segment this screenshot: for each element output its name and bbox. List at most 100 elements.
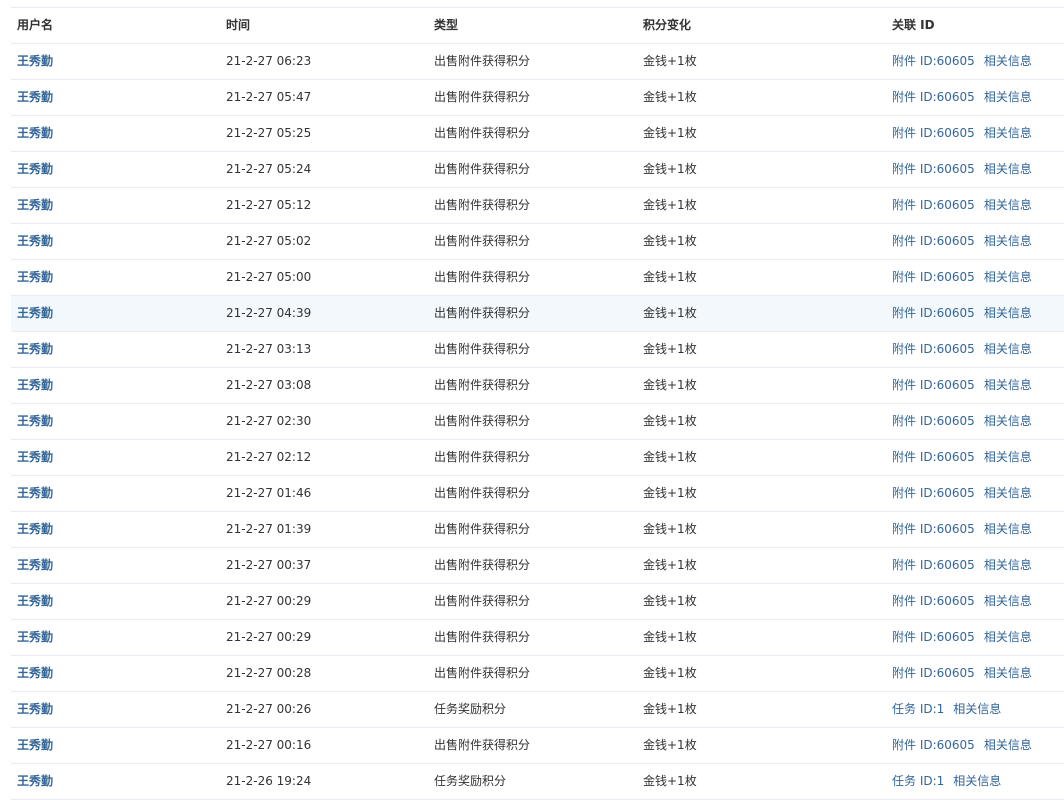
- user-link[interactable]: 王秀勤: [17, 306, 53, 320]
- cell-user: 王秀勤: [17, 80, 53, 115]
- cell-related: 附件 ID:60605 相关信息: [892, 296, 1032, 331]
- cell-related: 附件 ID:60605 相关信息: [892, 476, 1032, 511]
- cell-related: 附件 ID:60605 相关信息: [892, 152, 1032, 187]
- cell-related: 附件 ID:60605 相关信息: [892, 260, 1032, 295]
- related-info-link[interactable]: 相关信息: [984, 558, 1032, 572]
- cell-related: 附件 ID:60605 相关信息: [892, 656, 1032, 691]
- user-link[interactable]: 王秀勤: [17, 738, 53, 752]
- table-row: 王秀勤 21-2-27 05:00 出售附件获得积分 金钱+1枚 附件 ID:60605…: [11, 260, 1064, 296]
- user-link[interactable]: 王秀勤: [17, 450, 53, 464]
- user-link[interactable]: 王秀勤: [17, 702, 53, 716]
- related-id-link[interactable]: 附件 ID:60605: [892, 378, 975, 392]
- cell-time: 21-2-27 05:00: [226, 270, 312, 284]
- related-info-link[interactable]: 相关信息: [984, 342, 1032, 356]
- related-info-link[interactable]: 相关信息: [984, 306, 1032, 320]
- related-info-link[interactable]: 相关信息: [984, 522, 1032, 536]
- table-row: 王秀勤 21-2-27 02:30 出售附件获得积分 金钱+1枚 附件 ID:60605…: [11, 404, 1064, 440]
- table-row: 王秀勤 21-2-27 05:47 出售附件获得积分 金钱+1枚 附件 ID:60605…: [11, 80, 1064, 116]
- cell-time: 21-2-27 05:25: [226, 126, 312, 140]
- related-info-link[interactable]: 相关信息: [953, 702, 1001, 716]
- cell-user: 王秀勤: [17, 620, 53, 655]
- related-info-link[interactable]: 相关信息: [984, 630, 1032, 644]
- related-id-link[interactable]: 附件 ID:60605: [892, 234, 975, 248]
- cell-change: 金钱+1枚: [643, 738, 697, 752]
- cell-related: 附件 ID:60605 相关信息: [892, 404, 1032, 439]
- user-link[interactable]: 王秀勤: [17, 558, 53, 572]
- related-id-link[interactable]: 附件 ID:60605: [892, 666, 975, 680]
- user-link[interactable]: 王秀勤: [17, 414, 53, 428]
- cell-change: 金钱+1枚: [643, 270, 697, 284]
- user-link[interactable]: 王秀勤: [17, 162, 53, 176]
- related-id-link[interactable]: 任务 ID:1: [892, 702, 944, 716]
- related-id-link[interactable]: 附件 ID:60605: [892, 342, 975, 356]
- user-link[interactable]: 王秀勤: [17, 234, 53, 248]
- related-info-link[interactable]: 相关信息: [984, 270, 1032, 284]
- related-info-link[interactable]: 相关信息: [984, 378, 1032, 392]
- related-id-link[interactable]: 附件 ID:60605: [892, 558, 975, 572]
- cell-time: 21-2-26 19:24: [226, 774, 312, 788]
- cell-change: 金钱+1枚: [643, 126, 697, 140]
- related-info-link[interactable]: 相关信息: [984, 126, 1032, 140]
- related-info-link[interactable]: 相关信息: [953, 774, 1001, 788]
- related-info-link[interactable]: 相关信息: [984, 54, 1032, 68]
- related-info-link[interactable]: 相关信息: [984, 594, 1032, 608]
- related-info-link[interactable]: 相关信息: [984, 234, 1032, 248]
- cell-related: 附件 ID:60605 相关信息: [892, 116, 1032, 151]
- user-link[interactable]: 王秀勤: [17, 342, 53, 356]
- user-link[interactable]: 王秀勤: [17, 54, 53, 68]
- cell-time: 21-2-27 05:02: [226, 234, 312, 248]
- related-info-link[interactable]: 相关信息: [984, 738, 1032, 752]
- related-id-link[interactable]: 附件 ID:60605: [892, 162, 975, 176]
- table-row: 王秀勤 21-2-27 00:28 出售附件获得积分 金钱+1枚 附件 ID:60605…: [11, 656, 1064, 692]
- related-info-link[interactable]: 相关信息: [984, 486, 1032, 500]
- related-id-link[interactable]: 附件 ID:60605: [892, 522, 975, 536]
- user-link[interactable]: 王秀勤: [17, 378, 53, 392]
- table-row: 王秀勤 21-2-27 00:16 出售附件获得积分 金钱+1枚 附件 ID:60605…: [11, 728, 1064, 764]
- cell-time: 21-2-27 05:47: [226, 90, 312, 104]
- related-id-link[interactable]: 任务 ID:1: [892, 774, 944, 788]
- cell-change: 金钱+1枚: [643, 558, 697, 572]
- user-link[interactable]: 王秀勤: [17, 270, 53, 284]
- cell-time: 21-2-27 00:29: [226, 594, 312, 608]
- user-link[interactable]: 王秀勤: [17, 630, 53, 644]
- related-id-link[interactable]: 附件 ID:60605: [892, 450, 975, 464]
- related-info-link[interactable]: 相关信息: [984, 414, 1032, 428]
- related-info-link[interactable]: 相关信息: [984, 162, 1032, 176]
- related-id-link[interactable]: 附件 ID:60605: [892, 630, 975, 644]
- user-link[interactable]: 王秀勤: [17, 522, 53, 536]
- cell-user: 王秀勤: [17, 656, 53, 691]
- table-body: 王秀勤 21-2-27 06:23 出售附件获得积分 金钱+1枚 附件 ID:60605…: [11, 44, 1064, 800]
- user-link[interactable]: 王秀勤: [17, 666, 53, 680]
- user-link[interactable]: 王秀勤: [17, 594, 53, 608]
- user-link[interactable]: 王秀勤: [17, 486, 53, 500]
- related-id-link[interactable]: 附件 ID:60605: [892, 54, 975, 68]
- cell-user: 王秀勤: [17, 404, 53, 439]
- user-link[interactable]: 王秀勤: [17, 198, 53, 212]
- related-info-link[interactable]: 相关信息: [984, 666, 1032, 680]
- related-id-link[interactable]: 附件 ID:60605: [892, 306, 975, 320]
- related-id-link[interactable]: 附件 ID:60605: [892, 126, 975, 140]
- related-info-link[interactable]: 相关信息: [984, 450, 1032, 464]
- table-row: 王秀勤 21-2-27 04:39 出售附件获得积分 金钱+1枚 附件 ID:60605…: [11, 296, 1064, 332]
- cell-time: 21-2-27 00:16: [226, 738, 312, 752]
- header-time: 时间: [226, 18, 251, 32]
- user-link[interactable]: 王秀勤: [17, 774, 53, 788]
- related-id-link[interactable]: 附件 ID:60605: [892, 270, 975, 284]
- cell-type: 出售附件获得积分: [434, 666, 531, 680]
- related-info-link[interactable]: 相关信息: [984, 90, 1032, 104]
- cell-change: 金钱+1枚: [643, 342, 697, 356]
- cell-type: 出售附件获得积分: [434, 378, 531, 392]
- cell-time: 21-2-27 00:28: [226, 666, 312, 680]
- related-id-link[interactable]: 附件 ID:60605: [892, 594, 975, 608]
- related-id-link[interactable]: 附件 ID:60605: [892, 198, 975, 212]
- related-id-link[interactable]: 附件 ID:60605: [892, 486, 975, 500]
- cell-change: 金钱+1枚: [643, 234, 697, 248]
- cell-type: 出售附件获得积分: [434, 342, 531, 356]
- cell-user: 王秀勤: [17, 692, 53, 727]
- related-id-link[interactable]: 附件 ID:60605: [892, 414, 975, 428]
- related-id-link[interactable]: 附件 ID:60605: [892, 90, 975, 104]
- related-id-link[interactable]: 附件 ID:60605: [892, 738, 975, 752]
- user-link[interactable]: 王秀勤: [17, 90, 53, 104]
- related-info-link[interactable]: 相关信息: [984, 198, 1032, 212]
- user-link[interactable]: 王秀勤: [17, 126, 53, 140]
